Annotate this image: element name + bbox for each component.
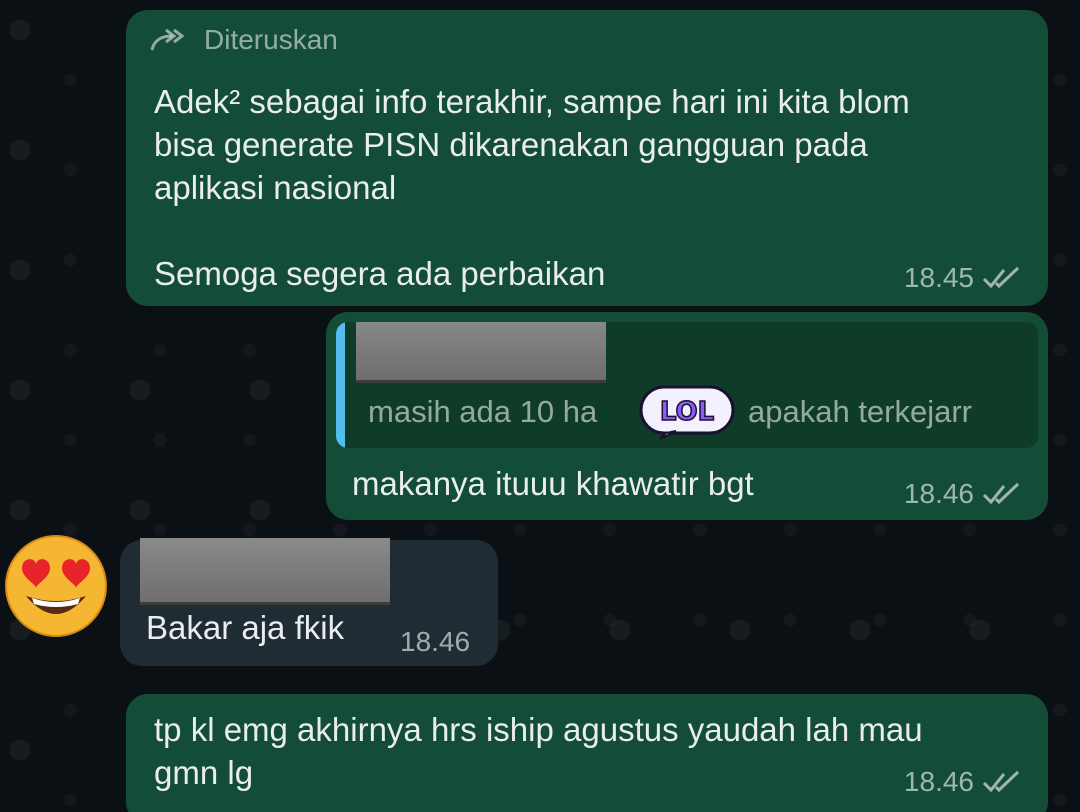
forwarded-label: Diteruskan [204,24,338,55]
message-time: 18.46 [400,626,470,658]
message-time: 18.46 [904,478,1022,510]
timestamp: 18.45 [903,262,974,293]
redacted-sender-name [356,322,606,380]
message-bubble-incoming[interactable]: Bakar aja fkik 18.46 [120,538,498,666]
quoted-message[interactable]: masih ada 10 ha LOL apakah terkejarr [336,322,1038,448]
message-time: 18.45 [904,262,1022,294]
chat-area[interactable]: Diteruskan Adek² sebagai info terakhir, … [0,0,1080,812]
message-text: Adek² sebagai info terakhir, sampe hari … [154,83,910,292]
svg-text:LOL: LOL [660,397,714,427]
double-check-icon [982,482,1020,505]
message-text: makanya ituuu khawatir bgt [352,465,754,502]
heart-eyes-emoji-avatar[interactable] [0,528,112,640]
quote-accent-bar [336,322,345,448]
quote-text-continued: apakah terkejarr [748,394,973,429]
timestamp: 18.46 [903,766,974,797]
quote-text: masih ada 10 ha [368,394,598,429]
forward-icon [150,28,185,51]
lol-sticker-icon: LOL [639,385,735,440]
timestamp: 18.46 [400,626,471,657]
message-text: Bakar aja fkik [146,609,345,646]
message-bubble-outgoing[interactable]: tp kl emg akhirnya hrs iship agustus yau… [126,694,1048,812]
double-check-icon [982,770,1020,793]
double-check-icon [982,266,1020,289]
redacted-sender-name [140,538,390,602]
message-bubble-reply[interactable]: masih ada 10 ha LOL apakah terkejarr mak… [326,312,1048,520]
message-time: 18.46 [904,766,1022,798]
message-bubble-forwarded[interactable]: Diteruskan Adek² sebagai info terakhir, … [126,10,1048,306]
timestamp: 18.46 [903,478,974,509]
forwarded-indicator: Diteruskan [148,24,338,56]
message-text: tp kl emg akhirnya hrs iship agustus yau… [154,711,923,791]
